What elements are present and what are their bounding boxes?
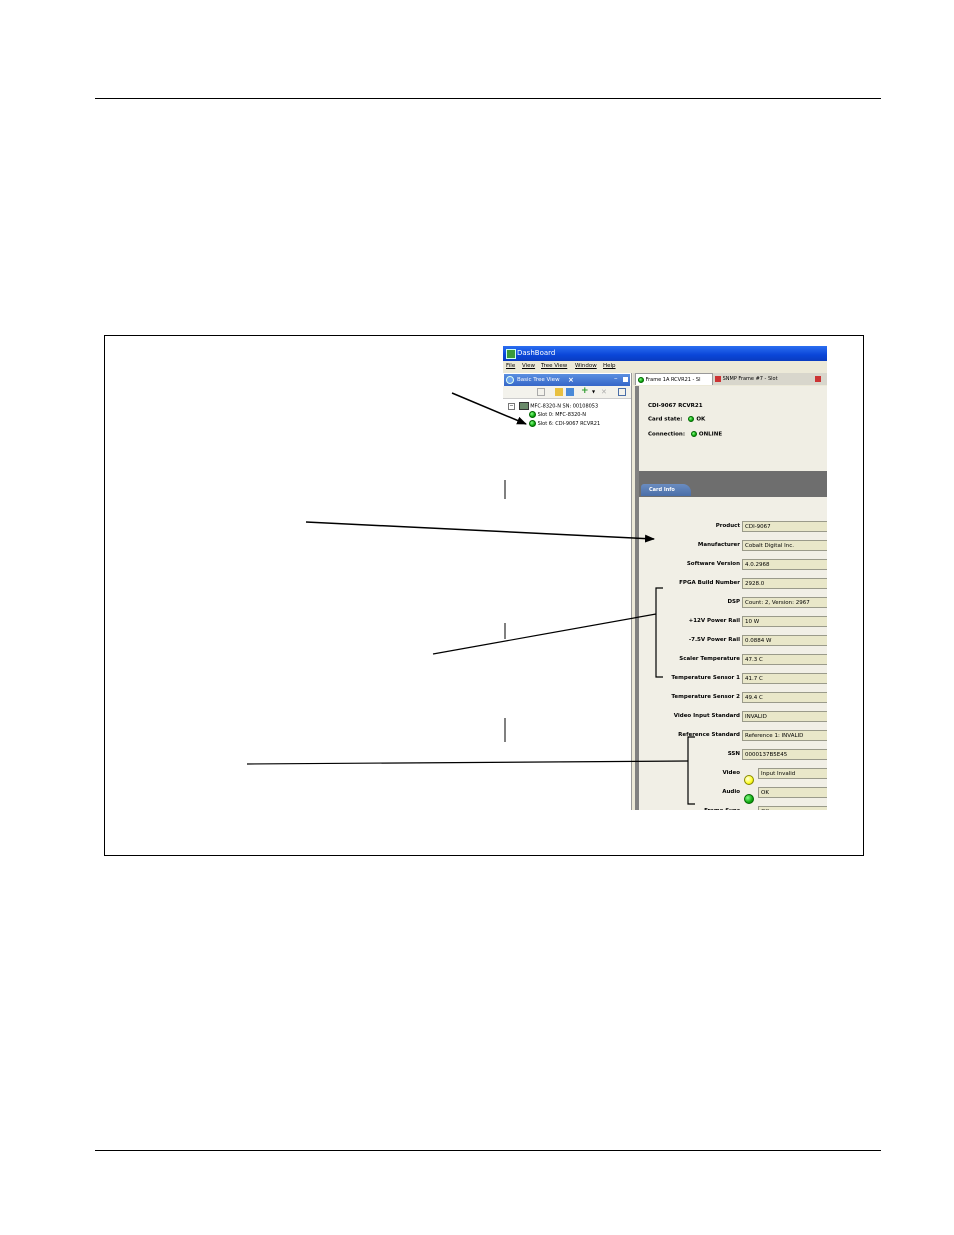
callout-arrow-tree [451,392,527,425]
bracket-power-temp [655,587,663,678]
callout-line-power-temp [432,613,657,655]
bracket-status [687,736,695,805]
callout-arrow-software-version [305,521,655,543]
callout-overlay [246,392,695,805]
callout-line-status [246,760,689,765]
